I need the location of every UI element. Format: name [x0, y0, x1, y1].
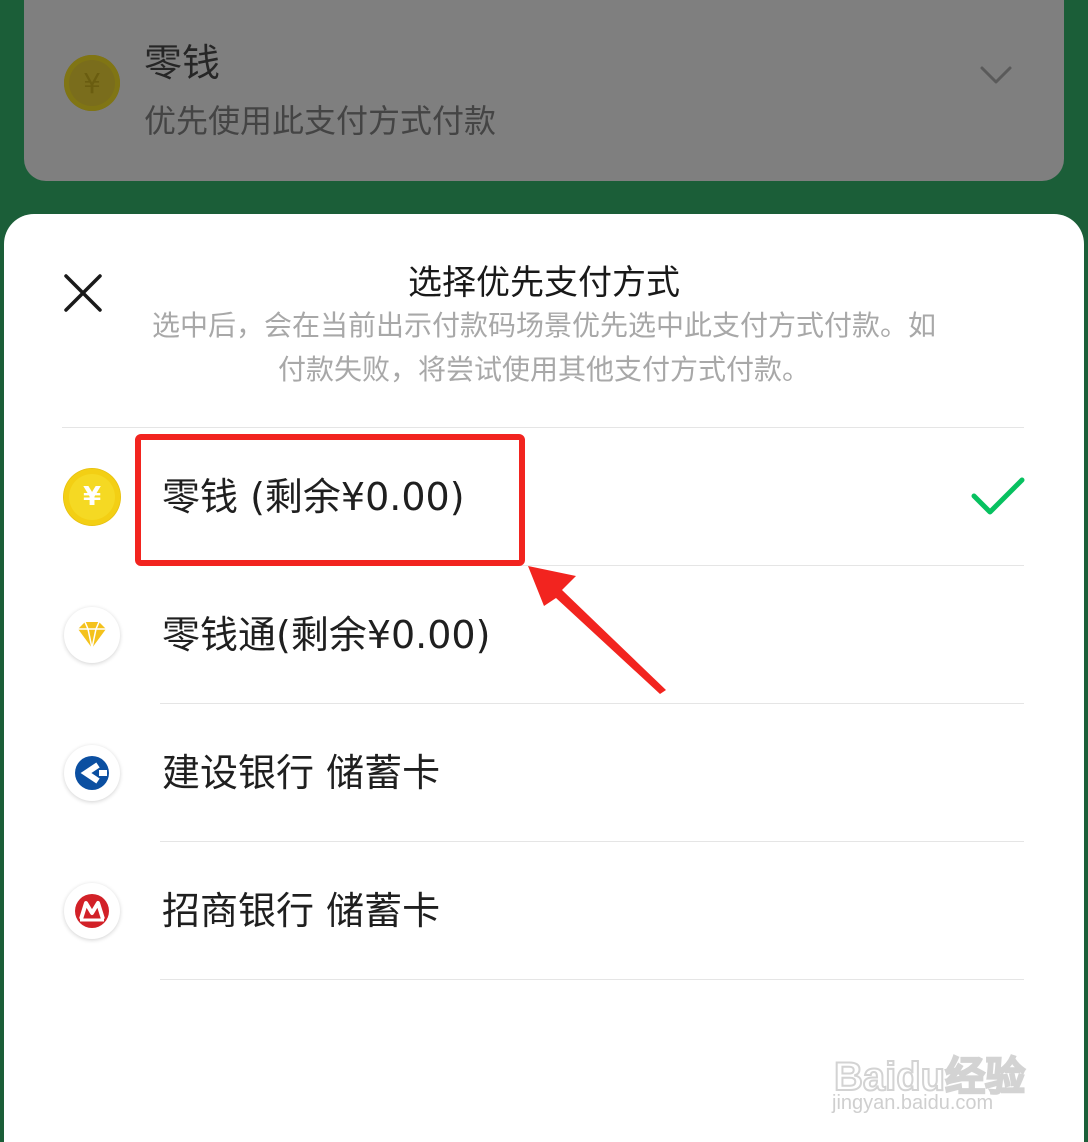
coin-icon: ¥ — [64, 469, 120, 525]
screen: ¥ 零钱 优先使用此支付方式付款 选择优先支付方式 选中后，会在当前出示付款码场… — [0, 0, 1088, 1142]
chevron-down-icon — [980, 66, 1012, 84]
cmb-bank-icon — [64, 883, 120, 939]
current-payment-title: 零钱 — [144, 41, 221, 85]
annotation-highlight-box — [135, 434, 525, 566]
payment-option-label: 招商银行 储蓄卡 — [162, 889, 441, 933]
ccb-bank-icon — [64, 745, 120, 801]
baidu-watermark-url: jingyan.baidu.com — [832, 1092, 994, 1114]
sheet-description: 选中后，会在当前出示付款码场景优先选中此支付方式付款。如付款失败，将尝试使用其他… — [151, 309, 936, 386]
sheet-title: 选择优先支付方式 — [408, 263, 680, 303]
check-icon — [971, 477, 1025, 515]
payment-option-label: 建设银行 储蓄卡 — [162, 751, 441, 795]
payment-option-ccb[interactable]: 建设银行 储蓄卡 — [4, 704, 1084, 842]
divider — [160, 979, 1024, 980]
payment-option-label: 零钱通(剩余¥0.00) — [162, 613, 491, 657]
coin-icon: ¥ — [64, 55, 120, 111]
current-payment-card — [24, 0, 1064, 181]
diamond-icon — [64, 607, 120, 663]
current-payment-subtitle: 优先使用此支付方式付款 — [144, 102, 497, 140]
payment-option-lingqiantong[interactable]: 零钱通(剩余¥0.00) — [4, 566, 1084, 704]
payment-option-cmb[interactable]: 招商银行 储蓄卡 — [4, 842, 1084, 980]
